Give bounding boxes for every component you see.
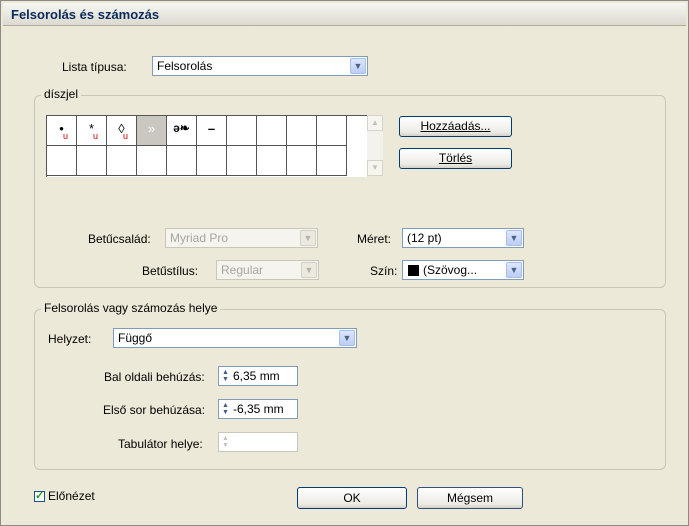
color-select[interactable]: (Szövog... ▼ — [402, 260, 524, 280]
font-style-value: Regular — [221, 263, 264, 277]
first-line-indent-label: Első sor behúzása: — [103, 403, 206, 417]
size-value: (12 pt) — [407, 231, 442, 245]
unicode-marker: u — [93, 131, 99, 141]
bullet-glyph: ə❧ — [173, 121, 190, 135]
bullet-cell-empty[interactable] — [227, 116, 257, 146]
preview-checkbox[interactable]: ✓ — [34, 490, 45, 502]
bullet-group-legend: díszjel — [41, 87, 82, 101]
left-indent-stepper[interactable]: ▲ ▼ 6,35 mm — [218, 366, 298, 386]
position-label: Helyzet: — [48, 332, 92, 346]
spin-arrows-icon[interactable]: ▲ ▼ — [220, 402, 231, 416]
scroll-up-icon[interactable]: ▲ — [367, 115, 383, 131]
bullet-cell-empty[interactable] — [137, 146, 167, 176]
cancel-button-label: Mégsem — [446, 491, 493, 505]
add-bullet-button[interactable]: Hozzáadás... — [399, 116, 512, 137]
bullet-cell-5[interactable]: ə❧ — [167, 116, 197, 146]
font-style-label: Betűstílus: — [142, 264, 199, 278]
chevron-down-icon[interactable]: ▼ — [350, 58, 366, 74]
bullet-cell-empty[interactable] — [227, 146, 257, 176]
size-label: Méret: — [357, 232, 392, 246]
bullets-numbering-dialog: Felsorolás és számozás Lista típusa: Fel… — [0, 0, 689, 526]
position-group-legend: Felsorolás vagy számozás helye — [41, 301, 221, 315]
spin-arrows-icon[interactable]: ▲ ▼ — [220, 435, 231, 449]
bullet-glyph: – — [207, 121, 216, 136]
left-indent-label: Bal oldali behúzás: — [104, 370, 205, 384]
color-swatch — [408, 265, 419, 276]
bullet-cell-empty[interactable] — [317, 146, 347, 176]
title-bar[interactable]: Felsorolás és számozás — [3, 3, 686, 26]
chevron-down-icon[interactable]: ▼ — [301, 262, 317, 278]
list-type-select[interactable]: Felsorolás ▼ — [152, 56, 368, 76]
bullet-cell-empty[interactable] — [257, 146, 287, 176]
first-line-indent-stepper[interactable]: ▲ ▼ -6,35 mm — [218, 399, 298, 419]
font-family-value: Myriad Pro — [170, 231, 229, 245]
bullet-cell-1[interactable]: • u — [47, 116, 77, 146]
bullet-cell-empty[interactable] — [197, 146, 227, 176]
font-style-select[interactable]: Regular ▼ — [216, 260, 319, 280]
cancel-button[interactable]: Mégsem — [417, 487, 523, 509]
spin-arrows-icon[interactable]: ▲ ▼ — [220, 369, 231, 383]
checkmark-icon: ✓ — [35, 490, 45, 502]
position-value: Függő — [118, 331, 153, 345]
first-line-indent-value: -6,35 mm — [233, 402, 284, 416]
ok-button-label: OK — [343, 491, 361, 505]
preview-label: Előnézet — [48, 489, 95, 503]
chevron-down-icon[interactable]: ▼ — [339, 330, 355, 346]
list-type-value: Felsorolás — [157, 59, 213, 73]
bullet-cell-empty[interactable] — [167, 146, 197, 176]
bullet-cell-2[interactable]: * u — [77, 116, 107, 146]
bullet-cell-empty[interactable] — [257, 116, 287, 146]
bullet-cell-empty[interactable] — [107, 146, 137, 176]
bullet-cell-empty[interactable] — [47, 146, 77, 176]
tab-position-stepper[interactable]: ▲ ▼ — [218, 432, 298, 452]
delete-button-label: Törlés — [438, 151, 473, 165]
left-indent-value: 6,35 mm — [233, 369, 280, 383]
font-family-label: Betűcsalád: — [88, 232, 151, 246]
bullet-glyph: • — [59, 121, 64, 136]
bullet-cell-empty[interactable] — [77, 146, 107, 176]
bullet-glyph: * — [88, 121, 95, 136]
unicode-marker: u — [63, 131, 69, 141]
bullet-glyph: » — [147, 121, 156, 136]
tab-position-label: Tabulátor helye: — [118, 437, 203, 451]
unicode-marker: u — [123, 131, 129, 141]
dialog-title: Felsorolás és számozás — [11, 7, 160, 22]
bullet-glyph-grid[interactable]: • u * u ◊ u » ə❧ – — [46, 115, 367, 177]
bullet-grid-scrollbar[interactable]: ▲ ▼ — [367, 115, 383, 176]
bullet-cell-empty[interactable] — [287, 146, 317, 176]
font-family-select[interactable]: Myriad Pro ▼ — [165, 228, 318, 248]
bullet-glyph: ◊ — [118, 121, 125, 136]
list-type-label: Lista típusa: — [62, 60, 127, 74]
chevron-down-icon[interactable]: ▼ — [506, 230, 522, 246]
chevron-down-icon[interactable]: ▼ — [506, 262, 522, 278]
color-value: (Szövog... — [423, 263, 478, 277]
size-select[interactable]: (12 pt) ▼ — [402, 228, 524, 248]
chevron-down-icon[interactable]: ▼ — [300, 230, 316, 246]
delete-bullet-button[interactable]: Törlés — [399, 148, 512, 169]
color-label: Szín: — [370, 264, 398, 278]
bullet-cell-3[interactable]: ◊ u — [107, 116, 137, 146]
bullet-cell-empty[interactable] — [287, 116, 317, 146]
bullet-cell-4-selected[interactable]: » — [137, 116, 167, 146]
position-select[interactable]: Függő ▼ — [113, 328, 357, 348]
bullet-cell-empty[interactable] — [317, 116, 347, 146]
ok-button[interactable]: OK — [297, 487, 407, 509]
bullet-cell-6[interactable]: – — [197, 116, 227, 146]
add-button-label: Hozzáadás... — [420, 119, 491, 133]
scroll-down-icon[interactable]: ▼ — [367, 160, 383, 176]
